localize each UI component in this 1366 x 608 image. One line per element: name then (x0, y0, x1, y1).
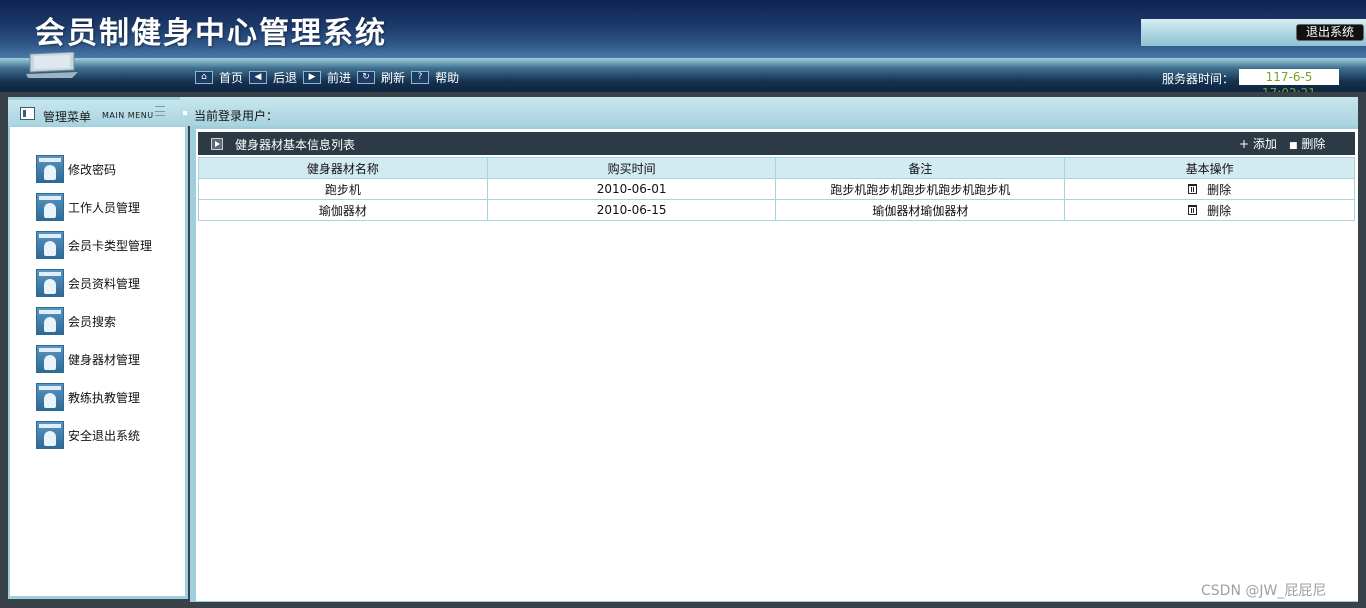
user-window-icon (36, 383, 64, 411)
sidebar-item-change-password[interactable]: 修改密码 (36, 154, 116, 184)
user-window-icon (36, 307, 64, 335)
equipment-table: 健身器材名称 购买时间 备注 基本操作 跑步机 2010-06-01 跑步机跑步… (198, 157, 1355, 221)
trash-icon: ■ (1289, 141, 1298, 151)
nav-back[interactable]: ◀ 后退 (249, 69, 297, 86)
column-header-name: 健身器材名称 (198, 157, 488, 179)
sidebar-item-label: 会员搜索 (68, 314, 117, 329)
sidebar-item-label: 健身器材管理 (68, 352, 141, 367)
refresh-icon: ↻ (357, 70, 376, 84)
sidebar-item-label: 会员卡类型管理 (68, 238, 153, 253)
cell-actions: 删除 (1064, 199, 1355, 221)
user-window-icon (36, 193, 64, 221)
sidebar-subtitle: MAIN MENU (102, 111, 154, 120)
row-delete-label: 删除 (1207, 182, 1232, 197)
hamburger-icon[interactable] (155, 106, 165, 116)
cell-remark: 跑步机跑步机跑步机跑步机跑步机 (775, 178, 1066, 200)
list-title: 健身器材基本信息列表 (235, 138, 356, 152)
row-delete-label: 删除 (1207, 203, 1232, 218)
nav-back-label: 后退 (273, 70, 298, 85)
sidebar-item-member-profiles[interactable]: 会员资料管理 (36, 268, 140, 298)
sidebar-item-label: 安全退出系统 (68, 428, 141, 443)
delete-button[interactable]: ■ 删除 (1289, 135, 1325, 152)
sidebar-item-staff[interactable]: 工作人员管理 (36, 192, 140, 222)
nav-help[interactable]: ? 帮助 (411, 69, 459, 86)
logout-button[interactable]: 退出系统 (1296, 24, 1364, 41)
sidebar-item-label: 教练执教管理 (68, 390, 141, 405)
sidebar-item-logout[interactable]: 安全退出系统 (36, 420, 140, 450)
help-icon: ? (411, 70, 430, 84)
user-window-icon (36, 269, 64, 297)
trash-icon (1188, 205, 1198, 215)
nav-refresh[interactable]: ↻ 刷新 (357, 69, 405, 86)
back-arrow-icon: ◀ (249, 70, 268, 84)
sidebar-item-label: 修改密码 (68, 162, 117, 177)
row-delete-button[interactable]: 删除 (1188, 181, 1231, 198)
list-header (198, 132, 1355, 155)
sidebar-item-label: 工作人员管理 (68, 200, 141, 215)
sidebar-item-card-types[interactable]: 会员卡类型管理 (36, 230, 152, 260)
delete-button-label: 删除 (1301, 137, 1326, 151)
current-user-bar (180, 97, 1358, 126)
monitor-icon (26, 52, 78, 78)
trash-icon (1188, 184, 1198, 194)
play-icon (211, 138, 223, 150)
watermark: CSDN @JW_屁屁尼 (1201, 583, 1327, 599)
sidebar-item-label: 会员资料管理 (68, 276, 141, 291)
nav-help-label: 帮助 (435, 70, 460, 85)
server-time-label: 服务器时间： (1162, 72, 1235, 86)
cell-name: 瑜伽器材 (198, 199, 488, 221)
current-user-label: 当前登录用户： (194, 109, 279, 123)
home-icon: ⌂ (195, 70, 213, 84)
user-window-icon (36, 231, 64, 259)
server-time-value: 117-6-5 17:02:21 (1239, 69, 1339, 100)
add-button[interactable]: + 添加 (1239, 135, 1277, 152)
nav-refresh-label: 刷新 (381, 70, 406, 85)
nav-forward[interactable]: ▶ 前进 (303, 69, 351, 86)
forward-arrow-icon: ▶ (303, 70, 322, 84)
sidebar-item-equipment[interactable]: 健身器材管理 (36, 344, 140, 374)
nav-home[interactable]: ⌂ 首页 (195, 69, 243, 86)
column-header-remark: 备注 (775, 157, 1066, 179)
cell-remark: 瑜伽器材瑜伽器材 (775, 199, 1066, 221)
menu-panel-icon (20, 107, 35, 120)
sidebar-item-coaching[interactable]: 教练执教管理 (36, 382, 140, 412)
sidebar-item-member-search[interactable]: 会员搜索 (36, 306, 116, 336)
cell-actions: 删除 (1064, 178, 1355, 200)
row-delete-button[interactable]: 删除 (1188, 202, 1231, 219)
user-window-icon (36, 155, 64, 183)
app-title: 会员制健身中心管理系统 (35, 16, 387, 51)
nav-forward-label: 前进 (327, 70, 352, 85)
user-window-icon (36, 421, 64, 449)
column-header-actions: 基本操作 (1064, 157, 1355, 179)
cell-date: 2010-06-01 (486, 178, 777, 200)
table-header-row: 健身器材名称 购买时间 备注 基本操作 (198, 157, 1355, 179)
nav-home-label: 首页 (219, 70, 244, 85)
table-row: 跑步机 2010-06-01 跑步机跑步机跑步机跑步机跑步机 删除 (198, 178, 1355, 200)
nav-toolbar: ⌂ 首页 ◀ 后退 ▶ 前进 ↻ 刷新 ? 帮助 (195, 69, 465, 85)
cell-date: 2010-06-15 (486, 199, 777, 221)
cell-name: 跑步机 (198, 178, 488, 200)
bullet-icon (183, 111, 187, 115)
column-header-date: 购买时间 (486, 157, 777, 179)
user-window-icon (36, 345, 64, 373)
table-row: 瑜伽器材 2010-06-15 瑜伽器材瑜伽器材 删除 (198, 199, 1355, 221)
sidebar-title: 管理菜单 (43, 110, 92, 124)
